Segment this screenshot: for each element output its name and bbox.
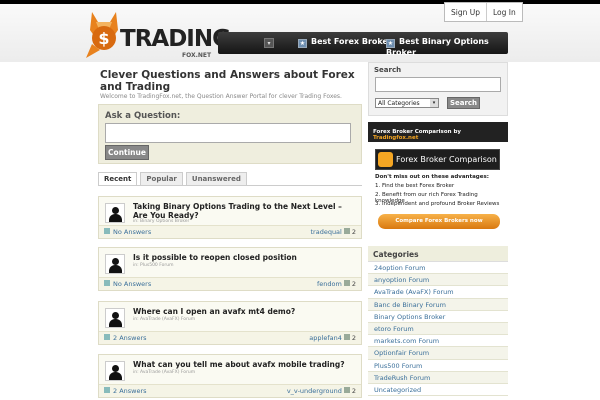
ask-question-box: Ask a Question: Continue — [98, 104, 362, 164]
tab-divider — [98, 185, 362, 186]
category-link[interactable]: AvaTrade (AvaFX) Forum — [368, 286, 508, 299]
signup-link[interactable]: Sign Up — [445, 3, 486, 21]
question-card: Taking Binary Options Trading to the Nex… — [98, 196, 362, 239]
avatar — [105, 361, 125, 381]
category-link[interactable]: Uncategorized — [368, 384, 508, 397]
compare-brokers-button[interactable]: Compare Forex Brokers now — [378, 214, 500, 229]
login-link[interactable]: Log In — [486, 3, 522, 21]
search-heading: Search — [374, 66, 402, 74]
categories-panel: Categories 24option Forum anyoption Foru… — [368, 246, 508, 397]
nav-dropdown-icon[interactable]: ▾ — [264, 38, 274, 48]
star-icon: ★ — [298, 39, 307, 48]
question-user[interactable]: tradequal 2 — [310, 228, 356, 236]
comparison-icon — [378, 152, 393, 167]
category-link[interactable]: markets.com Forum — [368, 335, 508, 348]
search-button[interactable]: Search — [447, 97, 480, 109]
answers-icon — [104, 280, 110, 286]
ad-lead: Don't miss out on these advantages: — [375, 174, 489, 180]
question-card: Where can I open an avafx mt4 demo? in: … — [98, 301, 362, 345]
question-user[interactable]: v_v-underground 2 — [287, 387, 356, 395]
brand-name: TRADING — [120, 26, 231, 52]
vote-icon[interactable] — [343, 387, 350, 393]
answers-link[interactable]: No Answers — [104, 228, 151, 236]
search-panel: Search All Categories ▾ Search — [368, 62, 508, 116]
avatar — [105, 308, 125, 328]
page-title: Clever Questions and Answers about Forex… — [100, 69, 355, 93]
question-tabs: Recent Popular Unanswered — [98, 172, 250, 186]
question-card: What can you tell me about avafx mobile … — [98, 354, 362, 398]
chevron-down-icon: ▾ — [430, 99, 438, 107]
question-category[interactable]: in: AvaTrade (AvaFX) Forum — [133, 317, 195, 322]
question-footer: 2 Answers v_v-underground 2 — [99, 384, 361, 397]
star-icon: ★ — [386, 39, 395, 48]
ad-strip: Forex Broker Comparison by Tradingfox.ne… — [368, 122, 508, 142]
question-user[interactable]: applefan4 2 — [309, 334, 356, 342]
question-category[interactable]: in: AvaTrade (AvaFX) Forum — [133, 370, 195, 375]
tab-unanswered[interactable]: Unanswered — [185, 172, 247, 186]
category-select[interactable]: All Categories ▾ — [375, 98, 439, 108]
answers-link[interactable]: No Answers — [104, 280, 151, 288]
answers-link[interactable]: 2 Answers — [104, 387, 147, 395]
question-footer: No Answers tradequal 2 — [99, 225, 361, 238]
avatar — [105, 203, 125, 223]
question-title[interactable]: Where can I open an avafx mt4 demo? — [133, 307, 355, 316]
category-link[interactable]: etoro Forum — [368, 322, 508, 336]
question-category[interactable]: in: Binary Options Broker — [133, 219, 189, 224]
category-link[interactable]: Banc de Binary Forum — [368, 298, 508, 311]
continue-button[interactable]: Continue — [105, 145, 149, 160]
question-card: Is it possible to reopen closed position… — [98, 247, 362, 291]
ad-point: 1. Find the best Forex Broker — [375, 183, 455, 189]
avatar — [105, 254, 125, 274]
answers-link[interactable]: 2 Answers — [104, 334, 147, 342]
sidebar: Search All Categories ▾ Search Forex Brok… — [368, 62, 508, 400]
nav-best-binary-options-broker[interactable]: ★ Best Binary Options Broker — [386, 37, 508, 57]
brand-sub: FOX.NET — [182, 52, 212, 59]
question-title[interactable]: What can you tell me about avafx mobile … — [133, 360, 355, 369]
nav-best-forex-broker[interactable]: ★ Best Forex Broker — [298, 37, 392, 48]
question-footer: 2 Answers applefan4 2 — [99, 331, 361, 344]
category-link[interactable]: anyoption Forum — [368, 274, 508, 287]
question-category[interactable]: in: Plus500 Forum — [133, 263, 174, 268]
broker-comparison-ad[interactable]: Forex Broker Comparison by Tradingfox.ne… — [368, 122, 508, 240]
ad-banner: Forex Broker Comparison — [375, 149, 500, 170]
category-link[interactable]: Optionfair Forum — [368, 347, 508, 360]
vote-icon[interactable] — [343, 228, 350, 234]
answers-icon — [104, 387, 110, 393]
category-link[interactable]: Plus500 Forum — [368, 360, 508, 372]
ask-question-input[interactable] — [105, 123, 351, 143]
welcome-text: Welcome to TradingFox.net, the Question … — [100, 93, 342, 100]
vote-icon[interactable] — [343, 280, 350, 286]
question-title[interactable]: Taking Binary Options Trading to the Nex… — [133, 202, 355, 220]
ad-point: 3. Independent and profound Broker Revie… — [375, 201, 500, 207]
question-footer: No Answers fendom 2 — [99, 277, 361, 290]
auth-links: Sign Up Log In — [444, 2, 523, 22]
main-content: Clever Questions and Answers about Forex… — [93, 62, 367, 400]
ask-label: Ask a Question: — [105, 111, 181, 121]
categories-heading: Categories — [368, 246, 508, 262]
category-link[interactable]: TradeRush Forum — [368, 371, 508, 384]
tab-popular[interactable]: Popular — [140, 172, 183, 186]
fox-logo-icon: $ — [86, 12, 118, 58]
site-logo[interactable]: $ TRADING FOX.NET — [84, 10, 231, 62]
search-input[interactable] — [375, 77, 501, 92]
answers-icon — [104, 228, 110, 234]
question-user[interactable]: fendom 2 — [317, 280, 356, 288]
svg-text:$: $ — [98, 29, 109, 48]
main-nav: ▾ ★ Best Forex Broker ★ Best Binary Option… — [218, 32, 508, 57]
question-title[interactable]: Is it possible to reopen closed position — [133, 253, 355, 262]
tab-recent[interactable]: Recent — [98, 172, 138, 186]
answers-icon — [104, 334, 110, 340]
vote-icon[interactable] — [343, 334, 350, 340]
category-link[interactable]: Binary Options Broker — [368, 311, 508, 323]
category-link[interactable]: 24option Forum — [368, 262, 508, 275]
